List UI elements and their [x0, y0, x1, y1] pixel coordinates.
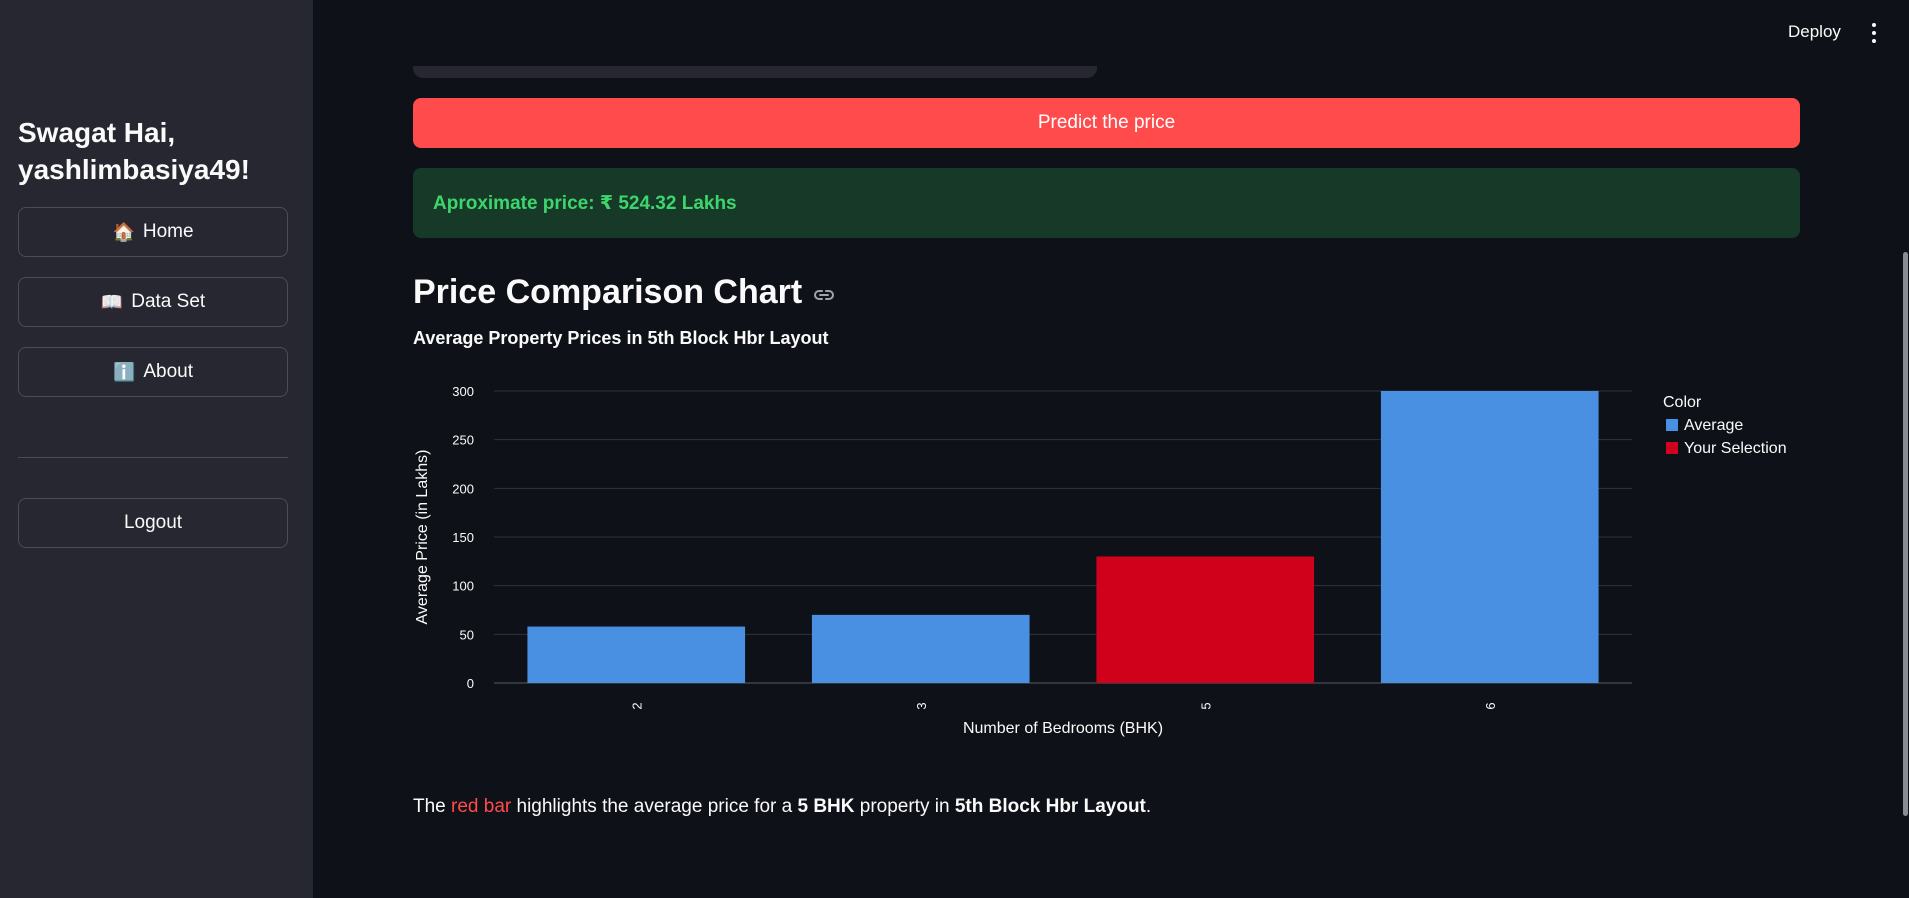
caption-bhk: 5 BHK — [797, 796, 855, 817]
cut-off-input[interactable] — [413, 66, 1097, 78]
x-tick-label: 5 — [1198, 702, 1213, 709]
section-title-text: Price Comparison Chart — [413, 273, 803, 311]
caption-suffix: . — [1145, 796, 1152, 817]
y-tick-label: 0 — [467, 676, 474, 691]
book-icon: 📖 — [100, 291, 124, 313]
bar-chart-svg: Average Property Prices in 5th Block Hbr… — [413, 328, 1787, 737]
deploy-button[interactable]: Deploy — [1788, 22, 1841, 42]
y-tick-label: 100 — [452, 579, 474, 594]
legend-title: Color — [1663, 394, 1702, 411]
chart-title: Average Property Prices in 5th Block Hbr… — [413, 330, 828, 348]
scrollbar-thumb[interactable] — [1903, 252, 1908, 816]
sidebar-item-label: About — [143, 361, 194, 382]
y-axis-label: Average Price (in Lakhs) — [414, 450, 431, 625]
y-tick-label: 150 — [452, 530, 474, 545]
x-axis-label: Number of Bedrooms (BHK) — [963, 720, 1163, 737]
bar-5 — [1096, 556, 1315, 683]
legend-swatch — [1666, 442, 1678, 454]
y-tick-label: 250 — [452, 433, 474, 448]
predicted-price-text: Aproximate price: ₹ 524.32 Lakhs — [433, 193, 737, 214]
chart-caption: The red bar highlights the average price… — [413, 796, 1151, 818]
x-tick-label: 3 — [914, 702, 929, 709]
sidebar-divider — [18, 457, 288, 458]
info-icon: ℹ️ — [112, 361, 136, 383]
caption-red-bar: red bar — [451, 796, 512, 817]
caption-middle-2: property in — [854, 796, 955, 817]
kebab-menu-icon[interactable] — [1864, 20, 1884, 46]
section-title: Price Comparison Chart — [413, 273, 836, 312]
y-tick-label: 50 — [460, 627, 474, 642]
x-tick-label: 2 — [629, 702, 644, 709]
link-icon[interactable] — [812, 283, 836, 307]
y-tick-label: 200 — [452, 481, 474, 496]
sidebar-item-label: Home — [142, 221, 194, 242]
bar-3 — [811, 614, 1030, 683]
sidebar-item-data-set[interactable]: 📖 Data Set — [18, 277, 288, 327]
sidebar-item-about[interactable]: ℹ️ About — [18, 347, 288, 397]
legend-swatch — [1666, 419, 1678, 431]
logout-button[interactable]: Logout — [18, 498, 288, 548]
bar-6 — [1380, 391, 1599, 683]
success-alert: Aproximate price: ₹ 524.32 Lakhs — [413, 168, 1800, 238]
legend-label: Average — [1684, 417, 1743, 434]
legend-label: Your Selection — [1684, 440, 1787, 457]
sidebar: Swagat Hai, yashlimbasiya49! 🏠 Home 📖 Da… — [0, 0, 313, 898]
home-icon: 🏠 — [112, 221, 135, 243]
predict-button[interactable]: Predict the price — [413, 98, 1800, 148]
caption-location: 5th Block Hbr Layout — [954, 796, 1146, 817]
y-tick-label: 300 — [452, 384, 474, 399]
price-comparison-chart: Average Property Prices in 5th Block Hbr… — [413, 328, 1813, 760]
sidebar-item-label: Data Set — [131, 291, 206, 312]
x-tick-label: 6 — [1483, 702, 1498, 709]
bar-2 — [527, 626, 746, 683]
sidebar-item-home[interactable]: 🏠 Home — [18, 207, 288, 257]
caption-middle-1: highlights the average price for a — [511, 796, 798, 817]
caption-prefix: The — [413, 796, 452, 817]
logout-label: Logout — [123, 512, 183, 533]
sidebar-greeting: Swagat Hai, yashlimbasiya49! — [18, 117, 250, 185]
